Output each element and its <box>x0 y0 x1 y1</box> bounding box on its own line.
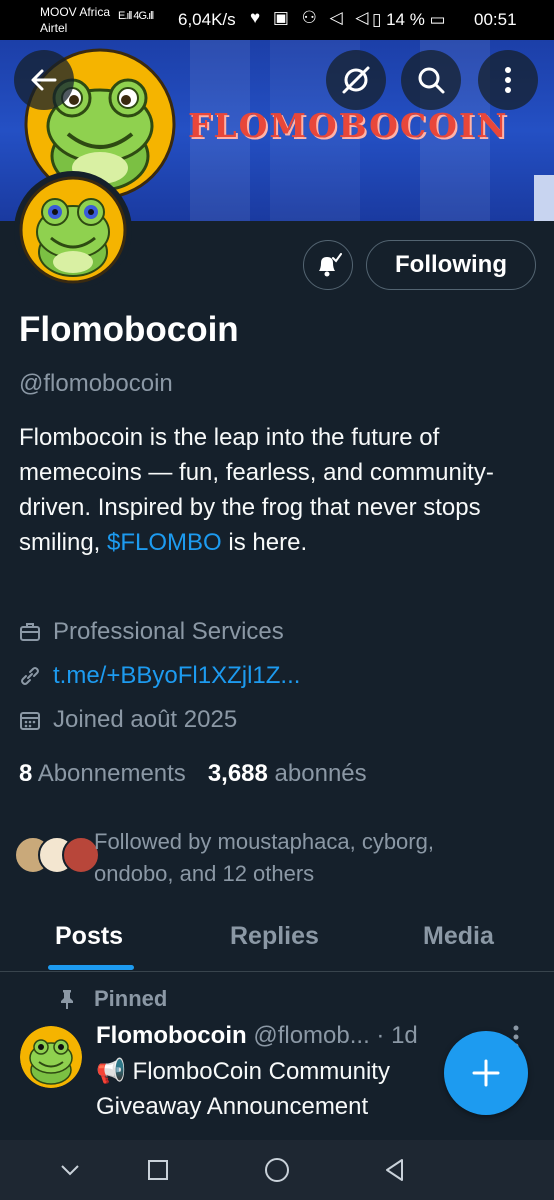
grok-icon <box>342 66 370 94</box>
link-icon <box>21 667 39 685</box>
calendar-icon <box>20 712 40 730</box>
post-author-handle[interactable]: @flomob... <box>253 1022 369 1049</box>
nav-hide-button[interactable] <box>56 1156 84 1184</box>
nav-recents-button[interactable] <box>144 1156 172 1184</box>
following-count-link[interactable]: 8 Abonnements <box>19 760 186 787</box>
profile-name: Flomobocoin <box>19 310 239 349</box>
back-triangle-icon <box>386 1159 403 1181</box>
followed-by-line-1: Followed by moustaphaca, cyborg, <box>94 829 434 854</box>
plus-icon <box>472 1059 500 1087</box>
frog-avatar-image <box>20 1026 82 1088</box>
profile-handle: @flomobocoin <box>19 370 173 397</box>
more-vertical-icon <box>505 67 511 93</box>
profile-category: Professional Services <box>19 618 284 646</box>
post-author-name[interactable]: Flomobocoin <box>96 1022 247 1049</box>
follow-counts: 8 Abonnements 3,688 abonnés <box>19 760 367 788</box>
profile-tabs: Posts Replies Media <box>0 910 554 972</box>
joined-label: Joined août 2025 <box>53 706 238 733</box>
back-arrow-icon <box>31 69 57 91</box>
followers-count: 3,688 <box>207 760 268 787</box>
cashtag-link[interactable]: $FLOMBO <box>107 529 222 556</box>
system-navigation-bar <box>0 1140 554 1200</box>
briefcase-icon <box>20 623 40 641</box>
bell-check-icon <box>319 253 342 277</box>
frog-avatar-image <box>19 176 127 284</box>
network-speed: 6,04K/s <box>178 10 236 29</box>
notification-icons: ♥ ▣ ⚇ ◁ ◁ <box>250 8 373 27</box>
following-label: Abonnements <box>37 760 186 787</box>
home-circle-icon <box>265 1158 289 1182</box>
following-count: 8 <box>19 760 33 787</box>
search-button[interactable] <box>401 50 461 110</box>
active-tab-indicator <box>48 965 134 970</box>
profile-avatar[interactable] <box>14 171 132 289</box>
back-button[interactable] <box>14 50 74 110</box>
pinned-label: Pinned <box>58 986 167 1012</box>
bio-end: is here. <box>221 529 308 556</box>
search-icon <box>418 67 445 94</box>
tab-posts[interactable]: Posts <box>55 922 123 951</box>
followed-by-text: Followed by moustaphaca, cyborg, ondobo,… <box>94 826 434 890</box>
post-author-avatar[interactable] <box>20 1026 82 1088</box>
pinned-text: Pinned <box>94 986 168 1011</box>
status-bar: MOOV Africa Airtel E.ıll 4G.ıll 6,04K/s … <box>0 0 554 40</box>
banner-light <box>534 175 554 221</box>
category-label: Professional Services <box>53 618 284 645</box>
followed-by-line-2: ondobo, and 12 others <box>94 861 315 886</box>
battery-level: 14 % <box>386 10 425 29</box>
battery-indicator: ▯ 14 % ▭ <box>372 10 446 29</box>
nav-back-button[interactable] <box>381 1156 409 1184</box>
banner-title: FLOMOBOCOIN <box>188 106 509 145</box>
followers-label: abonnés <box>274 760 367 787</box>
grok-button[interactable] <box>326 50 386 110</box>
profile-joined-date: Joined août 2025 <box>19 706 237 734</box>
tab-media[interactable]: Media <box>423 922 494 951</box>
more-options-button[interactable] <box>478 50 538 110</box>
post-text[interactable]: 📢 FlomboCoin Community Giveaway Announce… <box>96 1054 436 1124</box>
signal-icon: E.ıll 4G.ıll <box>118 10 154 22</box>
nav-home-button[interactable] <box>263 1156 291 1184</box>
post-header: Flomobocoin @flomob... · 1d <box>96 1022 418 1050</box>
carrier-line-1: MOOV Africa <box>40 5 111 19</box>
notifications-bell-button[interactable] <box>303 240 353 290</box>
profile-bio: Flombocoin is the leap into the future o… <box>19 420 529 560</box>
followed-by[interactable]: Followed by moustaphaca, cyborg, ondobo,… <box>14 826 534 886</box>
post-timestamp: · 1d <box>376 1022 418 1049</box>
pin-icon <box>61 990 73 1009</box>
followers-count-link[interactable]: 3,688 abonnés <box>208 760 367 787</box>
chevron-down-icon <box>61 1165 79 1176</box>
tab-replies[interactable]: Replies <box>230 922 319 951</box>
clock: 00:51 <box>474 10 517 29</box>
compose-post-button[interactable] <box>444 1031 528 1115</box>
carrier-line-2: Airtel <box>40 21 68 35</box>
profile-link[interactable]: t.me/+BByoFl1XZjl1Z... <box>19 662 300 690</box>
following-button[interactable]: Following <box>366 240 536 290</box>
link-label[interactable]: t.me/+BByoFl1XZjl1Z... <box>53 662 300 690</box>
carrier-label: MOOV Africa Airtel <box>40 4 110 36</box>
recents-square-icon <box>148 1160 168 1180</box>
